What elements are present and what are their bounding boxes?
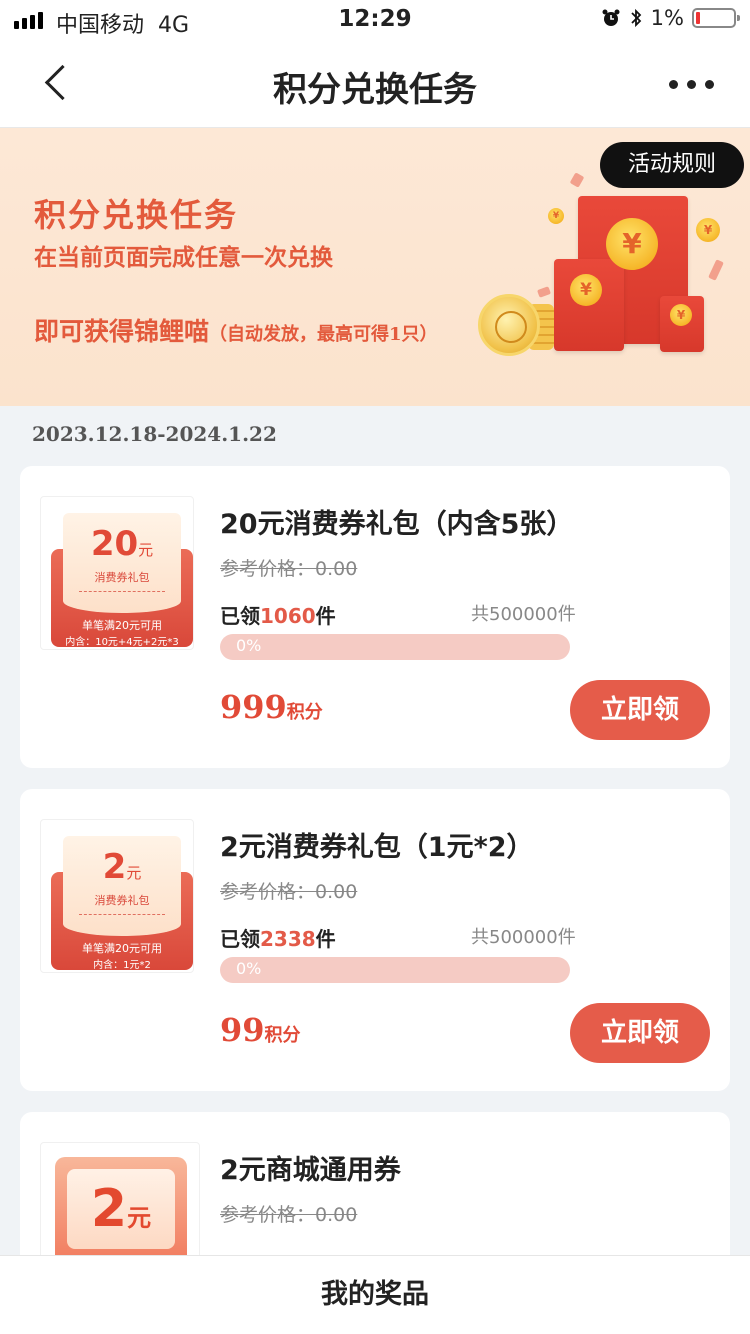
claim-button[interactable]: 立即领 <box>570 1003 710 1063</box>
confetti-decoration <box>569 172 585 188</box>
coupon-value: 2 <box>90 1179 128 1239</box>
progress-label: 0% <box>236 636 262 655</box>
points-price: 999积分 <box>220 688 323 726</box>
alarm-icon <box>602 9 620 26</box>
coupon-condition: 单笔满20元可用 <box>82 619 162 632</box>
banner-reward-note: （自动发放，最高可得1只） <box>209 324 438 345</box>
bluetooth-icon <box>631 8 641 28</box>
total-stock: 共500000件 <box>471 604 576 625</box>
coin-icon: ¥ <box>570 274 602 306</box>
progress-bar: 0% <box>220 957 570 983</box>
claimed-count: 已领1060件 <box>220 604 336 628</box>
progress-label: 0% <box>236 959 262 978</box>
progress-bar: 0% <box>220 634 570 660</box>
battery-percent: 1% <box>650 6 684 30</box>
status-bar: 中国移动 4G 12:29 1% <box>0 0 750 40</box>
banner-reward-text: 即可获得锦鲤喵 <box>34 317 210 346</box>
coupon-pack-image: 20元 消费券礼包 单笔满20元可用 内含：10元+4元+2元*3 <box>51 513 193 648</box>
coupon-value: 2元 <box>102 847 142 887</box>
coupon-value: 20元 <box>90 524 154 564</box>
date-range: 2023.12.18-2024.1.22 <box>32 422 277 446</box>
claim-button[interactable]: 立即领 <box>570 680 710 740</box>
points-price: 99积分 <box>220 1011 301 1049</box>
product-title: 2元商城通用券 <box>220 1155 401 1186</box>
cat-coin-icon <box>478 294 540 356</box>
reference-price: 参考价格：0.00 <box>220 1204 358 1226</box>
product-thumbnail: 2元 消费券礼包 单笔满20元可用 内含：1元*2 <box>40 819 194 973</box>
reference-price: 参考价格：0.00 <box>220 558 358 580</box>
banner-subtitle: 在当前页面完成任意一次兑换 <box>34 244 333 271</box>
coupon-kind: 消费券礼包 <box>94 894 150 907</box>
nav-bar: 积分兑换任务 <box>0 40 750 128</box>
product-thumbnail: 20元 消费券礼包 单笔满20元可用 内含：10元+4元+2元*3 <box>40 496 194 650</box>
coupon-unit: 元 <box>127 1204 152 1232</box>
more-icon[interactable] <box>669 80 714 89</box>
confetti-decoration <box>708 259 724 281</box>
coin-icon: ¥ <box>670 304 692 326</box>
my-prizes-button[interactable]: 我的奖品 <box>0 1255 750 1334</box>
reference-price: 参考价格：0.00 <box>220 881 358 903</box>
product-card: 2元 消费券礼包 单笔满20元可用 内含：1元*2 2元消费券礼包（1元*2） … <box>20 789 730 1091</box>
coupon-condition: 单笔满20元可用 <box>82 942 162 955</box>
product-title: 2元消费券礼包（1元*2） <box>220 832 534 863</box>
rules-button[interactable]: 活动规则 <box>600 142 744 188</box>
battery-icon <box>692 8 740 28</box>
coupon-contents: 内含：10元+4元+2元*3 <box>65 637 179 648</box>
banner-title: 积分兑换任务 <box>34 196 239 234</box>
claimed-count: 已领2338件 <box>220 927 336 951</box>
coin-icon: ¥ <box>696 218 720 242</box>
product-title: 20元消费券礼包（内含5张） <box>220 509 574 540</box>
banner-reward: 即可获得锦鲤喵（自动发放，最高可得1只） <box>34 312 438 348</box>
total-stock: 共500000件 <box>471 927 576 948</box>
promo-banner: 积分兑换任务 在当前页面完成任意一次兑换 即可获得锦鲤喵（自动发放，最高可得1只… <box>0 128 750 406</box>
coupon-pack-image: 2元 消费券礼包 单笔满20元可用 内含：1元*2 <box>51 836 193 971</box>
coin-icon: ¥ <box>548 208 564 224</box>
status-right: 1% <box>601 6 740 30</box>
coupon-contents: 内含：1元*2 <box>93 960 151 971</box>
coupon-kind: 消费券礼包 <box>94 571 150 584</box>
page-title: 积分兑换任务 <box>273 70 477 110</box>
confetti-decoration <box>536 286 552 298</box>
coin-icon: ¥ <box>606 218 658 270</box>
product-card: 20元 消费券礼包 单笔满20元可用 内含：10元+4元+2元*3 20元消费券… <box>20 466 730 768</box>
